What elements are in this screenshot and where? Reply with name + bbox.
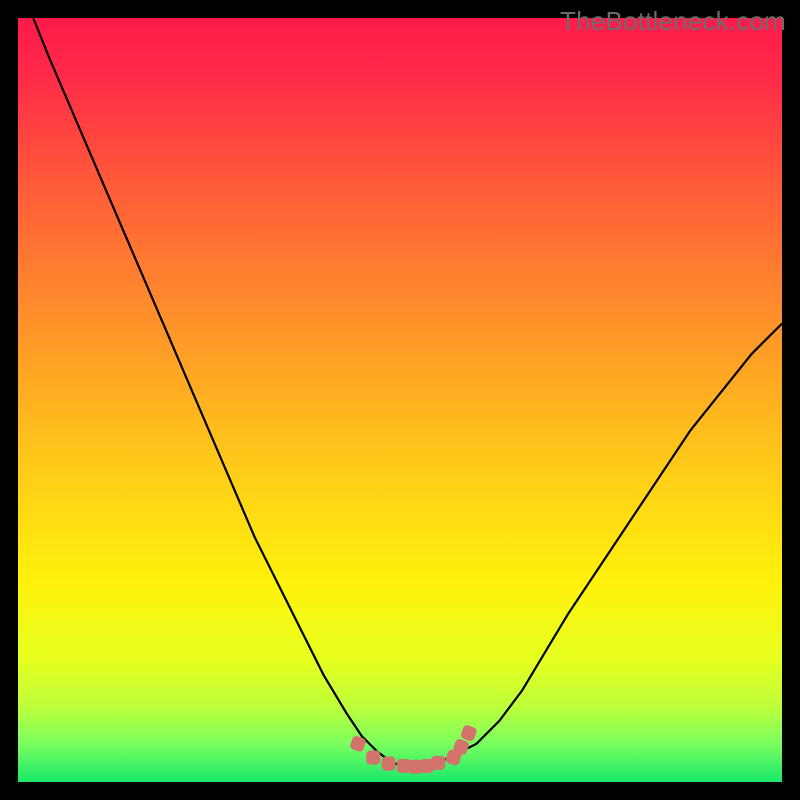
marker-point	[382, 757, 396, 771]
bottleneck-chart	[18, 18, 782, 782]
gradient-background	[18, 18, 782, 782]
marker-point	[431, 756, 445, 770]
watermark-text: TheBottleneck.com	[560, 6, 786, 37]
chart-frame: TheBottleneck.com	[0, 0, 800, 800]
marker-point	[366, 751, 380, 765]
plot-area	[18, 18, 782, 782]
